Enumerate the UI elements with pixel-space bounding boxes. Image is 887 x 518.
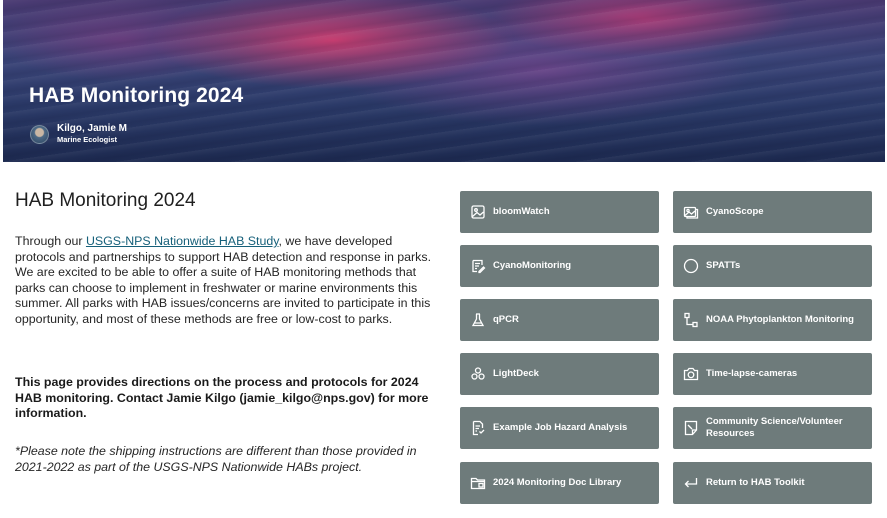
intro-text-start: Through our bbox=[15, 234, 86, 248]
document-icon bbox=[470, 420, 486, 436]
author-block[interactable]: Kilgo, Jamie M Marine Ecologist bbox=[30, 123, 127, 145]
note-icon bbox=[683, 420, 699, 436]
cyanomonitoring-button[interactable]: CyanoMonitoring bbox=[460, 245, 659, 287]
flow-icon bbox=[683, 312, 699, 328]
cyanoscope-label: CyanoScope bbox=[706, 206, 764, 217]
time-lapse-cameras-button[interactable]: Time-lapse-cameras bbox=[673, 353, 872, 395]
directions-paragraph: This page provides directions on the pro… bbox=[15, 375, 429, 421]
qpcr-label: qPCR bbox=[493, 314, 519, 325]
image-icon bbox=[470, 204, 486, 220]
folder-icon bbox=[470, 475, 486, 491]
author-role: Marine Ecologist bbox=[57, 135, 118, 144]
spatts-button[interactable]: SPATTs bbox=[673, 245, 872, 287]
return-arrow-icon bbox=[683, 475, 699, 491]
shipping-note: *Please note the shipping instructions a… bbox=[15, 444, 417, 474]
avatar[interactable] bbox=[30, 124, 49, 144]
author-name: Kilgo, Jamie M bbox=[57, 123, 128, 134]
doc-library-button[interactable]: 2024 Monitoring Doc Library bbox=[460, 462, 659, 504]
time-lapse-label: Time-lapse-cameras bbox=[706, 368, 798, 379]
doc-library-label: 2024 Monitoring Doc Library bbox=[493, 477, 622, 488]
page-title: HAB Monitoring 2024 bbox=[15, 190, 196, 211]
bloomwatch-button[interactable]: bloomWatch bbox=[460, 191, 659, 233]
beaker-icon bbox=[470, 312, 486, 328]
community-science-button[interactable]: Community Science/Volunteer Resources bbox=[673, 407, 872, 449]
return-label: Return to HAB Toolkit bbox=[706, 477, 805, 488]
jha-label: Example Job Hazard Analysis bbox=[493, 422, 628, 433]
camera-icon bbox=[683, 366, 699, 382]
community-label: Community Science/Volunteer Resources bbox=[706, 416, 843, 439]
hero-title: HAB Monitoring 2024 bbox=[29, 84, 244, 107]
job-hazard-analysis-button[interactable]: Example Job Hazard Analysis bbox=[460, 407, 659, 449]
lightdeck-label: LightDeck bbox=[493, 368, 539, 379]
return-to-toolkit-button[interactable]: Return to HAB Toolkit bbox=[673, 462, 872, 504]
molecule-icon bbox=[470, 366, 486, 382]
bloomwatch-label: bloomWatch bbox=[493, 206, 550, 217]
noaa-phytoplankton-button[interactable]: NOAA Phytoplankton Monitoring bbox=[673, 299, 872, 341]
lightdeck-button[interactable]: LightDeck bbox=[460, 353, 659, 395]
author-info: Kilgo, Jamie M Marine Ecologist bbox=[57, 123, 127, 145]
cyanoscope-button[interactable]: CyanoScope bbox=[673, 191, 872, 233]
nationwide-hab-study-link[interactable]: USGS-NPS Nationwide HAB Study bbox=[86, 234, 279, 248]
hero-banner: HAB Monitoring 2024 Kilgo, Jamie M Marin… bbox=[3, 0, 885, 162]
noaa-label: NOAA Phytoplankton Monitoring bbox=[706, 314, 854, 325]
water-texture bbox=[3, 0, 885, 162]
form-edit-icon bbox=[470, 258, 486, 274]
qpcr-button[interactable]: qPCR bbox=[460, 299, 659, 341]
cyanomonitoring-label: CyanoMonitoring bbox=[493, 260, 572, 271]
intro-paragraph: Through our USGS-NPS Nationwide HAB Stud… bbox=[15, 234, 445, 328]
images-icon bbox=[683, 204, 699, 220]
spatts-label: SPATTs bbox=[706, 260, 741, 271]
circle-icon bbox=[683, 258, 699, 274]
